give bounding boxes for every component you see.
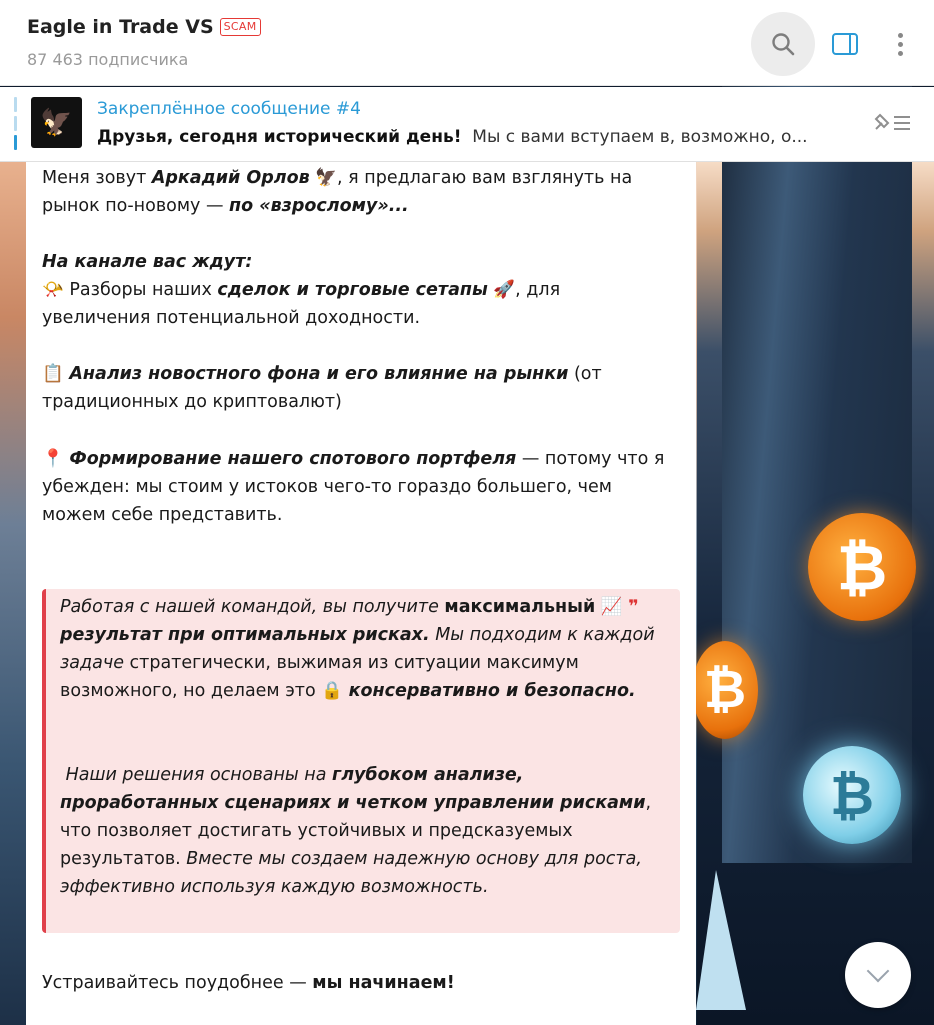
pin-icon: 📍 bbox=[42, 449, 64, 469]
pinned-title: Закреплённое сообщение #4 bbox=[97, 99, 361, 119]
chevron-down-icon bbox=[866, 959, 890, 983]
eagle-icon: 🦅 bbox=[315, 168, 338, 188]
blockquote: Работая с нашей командой, вы получите ма… bbox=[42, 589, 680, 933]
author-name: Аркадий Орлов bbox=[151, 168, 310, 188]
pinned-preview-bold: Друзья, сегодня исторический день! bbox=[97, 127, 462, 147]
chart-up-icon: 📈 bbox=[600, 597, 623, 617]
scam-badge: SCAM bbox=[219, 18, 261, 36]
intro-paragraph: Меня зовут Аркадий Орлов 🦅, я предлагаю … bbox=[42, 164, 672, 220]
quote-paragraph: Наши решения основаны на глубоком анализ… bbox=[60, 765, 652, 897]
pinned-thumbnail: 🦅 bbox=[31, 97, 82, 148]
more-vertical-icon bbox=[897, 32, 903, 56]
chat-header[interactable]: Eagle in Trade VS SCAM 87 463 подписчика bbox=[0, 0, 934, 86]
pinned-preview-text: Мы с вами вступаем в, возможно, о... bbox=[472, 127, 808, 147]
bitcoin-coin-icon: ₿ bbox=[692, 641, 758, 739]
search-button[interactable] bbox=[751, 12, 815, 76]
list-item: 📋 Анализ новостного фона и его влияние н… bbox=[42, 360, 672, 416]
channel-name: Eagle in Trade VS bbox=[27, 16, 214, 38]
list-item: 📯 Разборы наших сделок и торговые сетапы… bbox=[42, 276, 672, 332]
bitcoin-coin-icon: ₿ bbox=[808, 513, 916, 621]
pinned-message-bar[interactable]: 🦅 Закреплённое сообщение #4 Друзья, сего… bbox=[0, 87, 934, 162]
background-art-left bbox=[0, 162, 26, 1025]
scroll-down-button[interactable] bbox=[845, 942, 911, 1008]
list-item: 📍 Формирование нашего спотового портфеля… bbox=[42, 445, 672, 529]
rocket-icon: 🚀 bbox=[493, 280, 516, 300]
outro-paragraph: Устраивайтесь поудобнее — мы начинаем! bbox=[42, 973, 455, 993]
pinned-position-indicator bbox=[14, 97, 17, 152]
section-heading: На канале вас ждут: bbox=[42, 252, 253, 272]
clipboard-icon: 📋 bbox=[42, 364, 64, 384]
bitcoin-coin-icon: ₿ bbox=[803, 746, 901, 844]
subscriber-count: 87 463 подписчика bbox=[27, 50, 189, 69]
quote-paragraph: Работая с нашей командой, вы получите ма… bbox=[60, 593, 670, 705]
channel-title[interactable]: Eagle in Trade VS SCAM bbox=[27, 16, 261, 38]
pinned-preview: Друзья, сегодня исторический день! Мы с … bbox=[97, 127, 842, 147]
quote-mark-icon: ❞ bbox=[628, 597, 639, 617]
sidebar-panel-icon bbox=[832, 33, 858, 55]
lock-icon: 🔒 bbox=[321, 681, 344, 701]
crystal-decoration bbox=[696, 870, 746, 1010]
message-bubble[interactable]: Меня зовут Аркадий Орлов 🦅, я предлагаю … bbox=[26, 162, 696, 1025]
trumpet-icon: 📯 bbox=[42, 280, 64, 300]
pinned-list-icon[interactable] bbox=[872, 111, 916, 135]
search-icon bbox=[772, 33, 795, 56]
more-menu-button[interactable] bbox=[868, 12, 932, 76]
